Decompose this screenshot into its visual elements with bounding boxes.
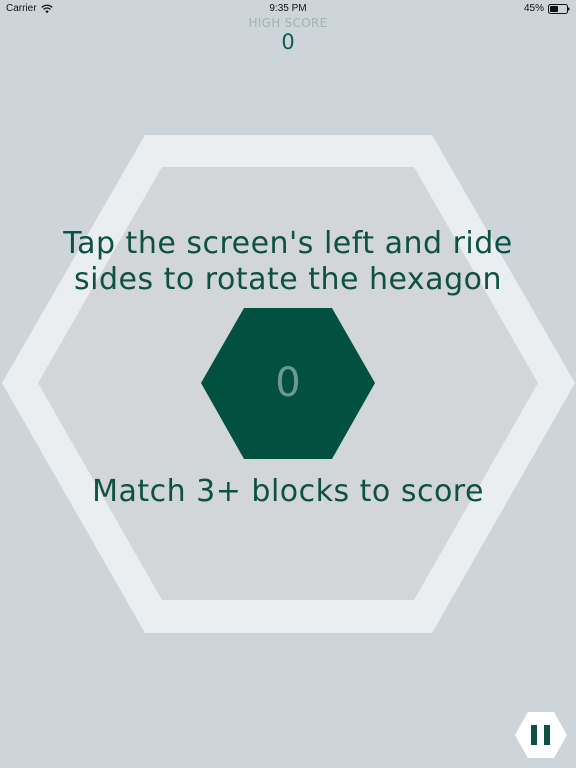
current-score: 0 — [275, 360, 301, 406]
instruction-match: Match 3+ blocks to score — [92, 474, 484, 509]
pause-button[interactable] — [514, 710, 568, 760]
instruction-line-2: sides to rotate the hexagon — [74, 262, 502, 297]
instruction-line-1: Tap the screen's left and ride — [63, 226, 513, 261]
instruction-rotate: Tap the screen's left and ride sides to … — [0, 226, 576, 298]
